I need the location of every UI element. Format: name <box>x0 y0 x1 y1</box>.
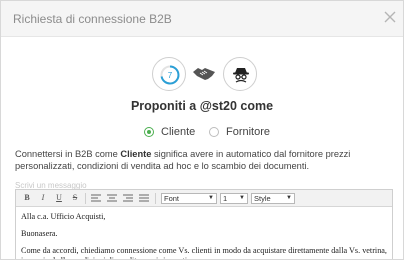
toolbar-divider <box>85 193 86 204</box>
dropdown-arrow-icon: ▼ <box>286 195 292 201</box>
user-score-value: 7 <box>168 71 173 80</box>
description-bold-role: Cliente <box>120 149 152 159</box>
connection-icons: 7 <box>1 57 403 93</box>
toolbar-divider <box>155 193 156 204</box>
message-line-greeting: Alla c.a. Ufficio Acquisti, <box>21 212 106 221</box>
dropdown-arrow-icon: ▼ <box>239 195 245 201</box>
align-left-icon[interactable] <box>89 192 103 204</box>
score-ring-icon: 7 <box>160 65 180 85</box>
size-select[interactable]: 1 ▼ <box>220 193 248 204</box>
partner-avatar <box>223 57 257 91</box>
align-right-icon[interactable] <box>121 192 135 204</box>
underline-button[interactable]: U <box>52 192 66 204</box>
close-icon[interactable] <box>384 11 396 23</box>
dialog-title: Richiesta di connessione B2B <box>13 12 172 26</box>
size-select-value: 1 <box>223 194 228 203</box>
handshake-icon <box>193 68 215 80</box>
radio-unchecked-icon <box>209 127 219 137</box>
radio-checked-icon <box>144 127 154 137</box>
editor-toolbar: B I U S Font ▼ 1 ▼ Style ▼ <box>16 190 392 207</box>
description-text-1: Connettersi in B2B come <box>15 149 121 159</box>
connection-description: Connettersi in B2B come Cliente signific… <box>15 149 387 172</box>
dialog-header: Richiesta di connessione B2B <box>1 1 403 37</box>
font-select[interactable]: Font ▼ <box>161 193 217 204</box>
bold-button[interactable]: B <box>20 192 34 204</box>
dropdown-arrow-icon: ▼ <box>208 195 214 201</box>
radio-cliente-label: Cliente <box>161 126 196 138</box>
message-line-body: Come da accordi, chiediamo connessione c… <box>21 246 387 259</box>
role-radio-group: Cliente Fornitore <box>1 125 403 139</box>
message-editor[interactable]: B I U S Font ▼ 1 ▼ Style ▼ Alla c.a. Uff… <box>15 189 393 259</box>
b2b-connection-dialog: Richiesta di connessione B2B 7 Proponiti… <box>0 0 404 260</box>
proposal-heading: Proponiti a @st20 come <box>130 99 274 113</box>
align-justify-icon[interactable] <box>137 192 151 204</box>
radio-cliente[interactable]: Cliente <box>144 125 195 139</box>
style-select[interactable]: Style ▼ <box>251 193 295 204</box>
user-score-avatar: 7 <box>152 57 186 91</box>
strikethrough-button[interactable]: S <box>68 192 82 204</box>
message-line-salutation: Buonasera. <box>21 229 58 238</box>
radio-fornitore[interactable]: Fornitore <box>209 125 270 139</box>
align-center-icon[interactable] <box>105 192 119 204</box>
radio-fornitore-label: Fornitore <box>226 126 271 138</box>
message-body[interactable]: Alla c.a. Ufficio Acquisti, Buonasera. C… <box>21 212 389 259</box>
spy-icon <box>233 68 249 83</box>
style-select-value: Style <box>254 194 271 203</box>
italic-button[interactable]: I <box>36 192 50 204</box>
font-select-value: Font <box>164 194 180 203</box>
